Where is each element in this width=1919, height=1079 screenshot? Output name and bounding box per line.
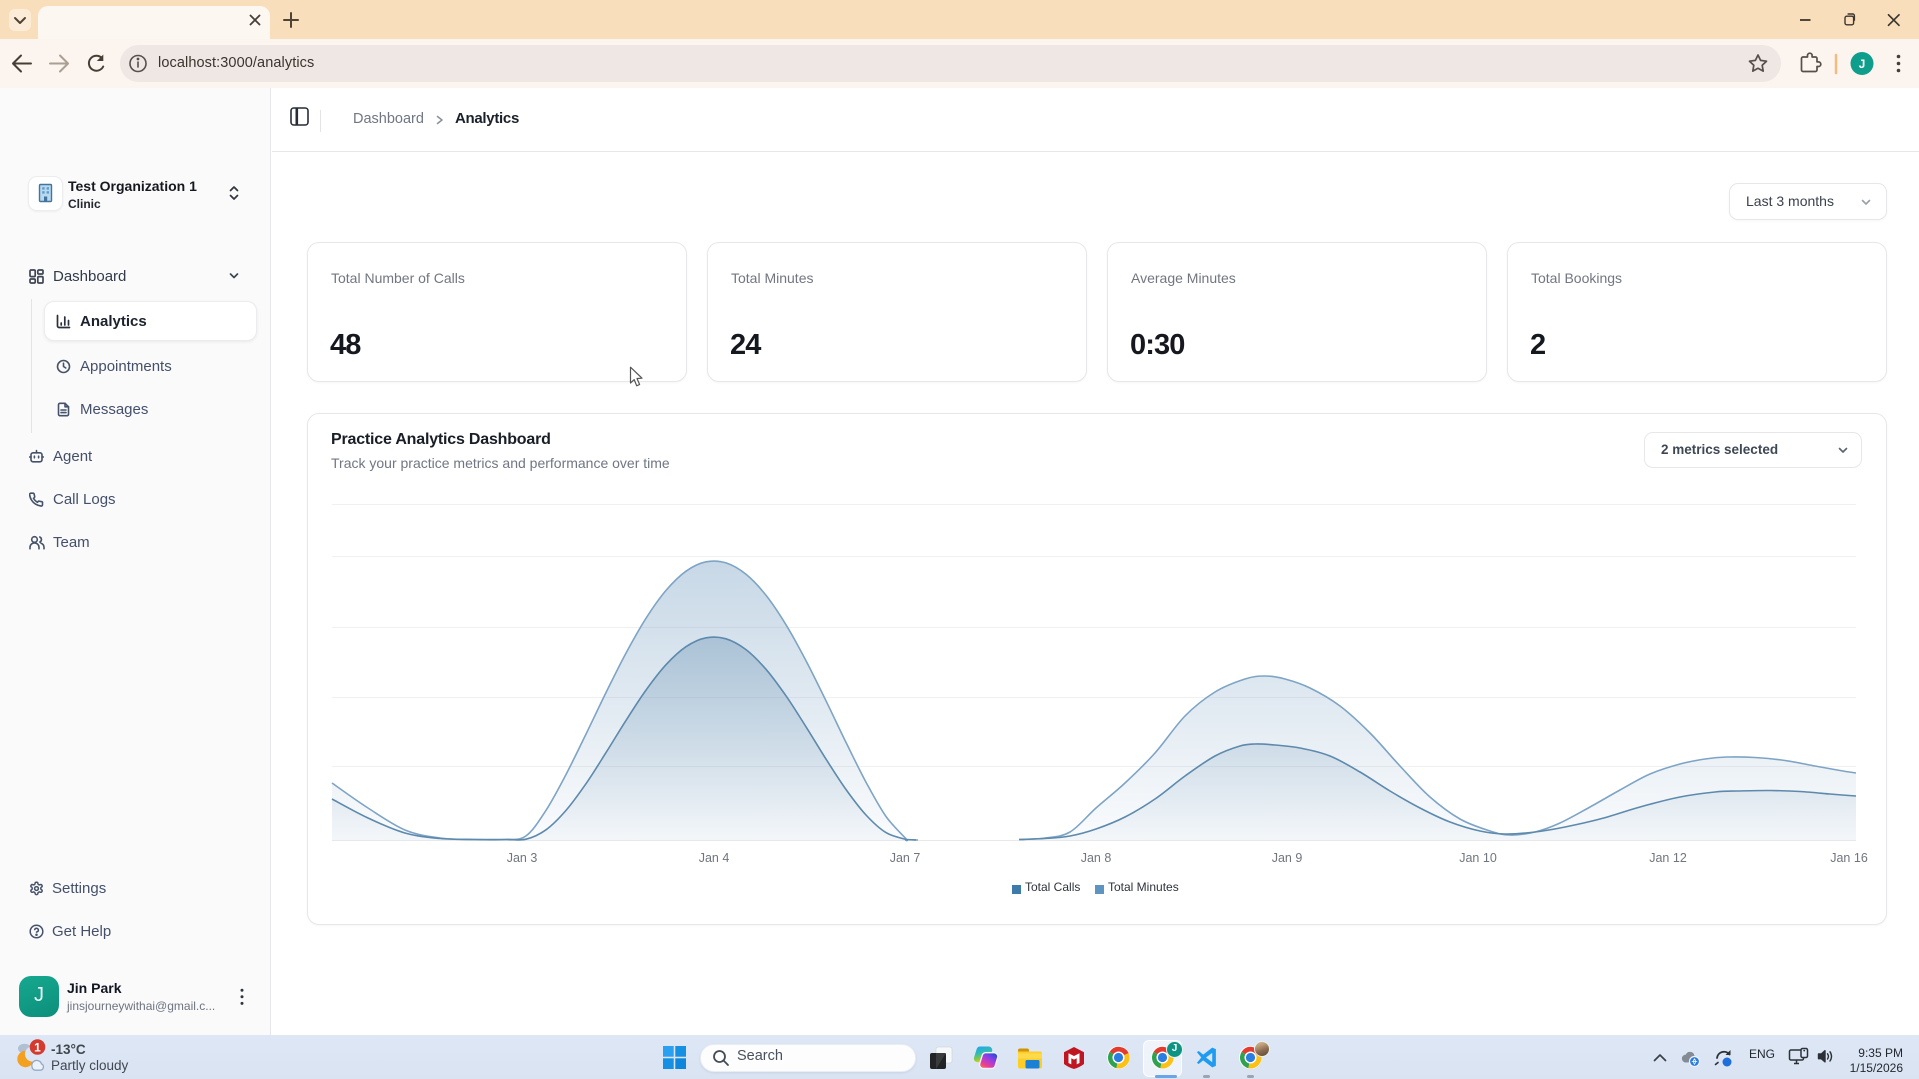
svg-text:1: 1: [34, 1040, 41, 1054]
svg-text:Jan 9: Jan 9: [1272, 851, 1303, 865]
svg-text:Jan 12: Jan 12: [1649, 851, 1687, 865]
svg-text:Jan 10: Jan 10: [1459, 851, 1497, 865]
svg-text:Jan 16: Jan 16: [1830, 851, 1868, 865]
svg-text:Jan 3: Jan 3: [507, 851, 538, 865]
svg-text:Jan 7: Jan 7: [890, 851, 921, 865]
svg-text:Jan 8: Jan 8: [1081, 851, 1112, 865]
svg-text:Jan 4: Jan 4: [699, 851, 730, 865]
svg-text:J: J: [1859, 57, 1866, 71]
